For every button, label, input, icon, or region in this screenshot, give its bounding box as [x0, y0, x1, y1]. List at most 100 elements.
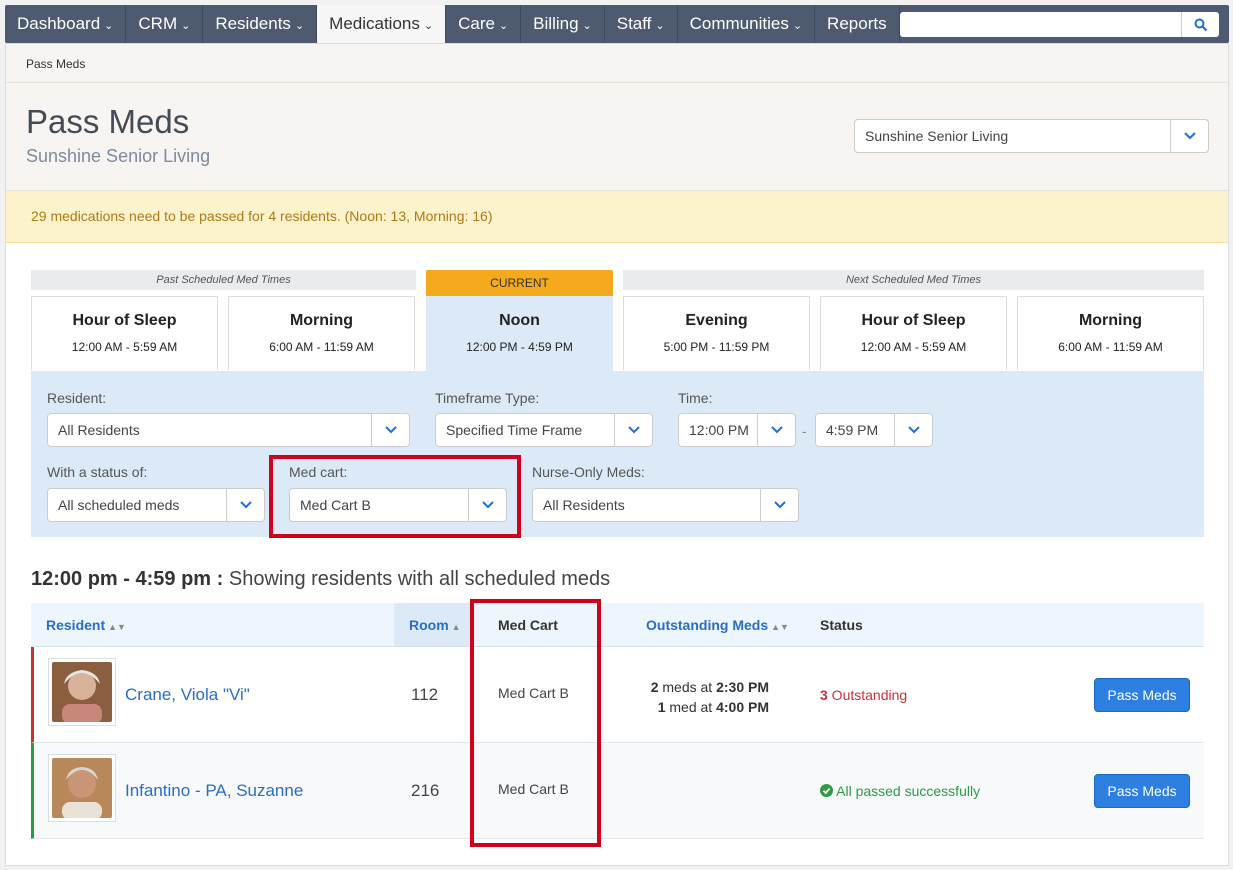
nav-residents[interactable]: Residents ⌄ — [203, 5, 318, 43]
time-start-select[interactable]: 12:00 PM — [678, 413, 796, 447]
nav-medications[interactable]: Medications ⌄ — [317, 5, 447, 43]
pass-meds-button[interactable]: Pass Meds — [1094, 774, 1190, 808]
meds-time: 2:30 PM — [716, 679, 769, 695]
chevron-down-icon: ⌄ — [582, 19, 592, 32]
resident-photo — [52, 758, 112, 820]
timeframe-type-label: Timeframe Type: — [435, 390, 540, 406]
meds-line: 2 meds at 2:30 PM — [624, 677, 769, 697]
chevron-down-icon: ⌄ — [181, 19, 191, 32]
nav-label: Communities — [689, 14, 789, 33]
past-times-label: Past Scheduled Med Times — [31, 270, 416, 290]
chevron-down-icon — [894, 414, 932, 446]
status-text: All passed successfully — [836, 783, 981, 799]
page-subtitle: Sunshine Senior Living — [26, 146, 211, 166]
resident-filter-label: Resident: — [47, 390, 107, 406]
timeframe-card-morning-next[interactable]: Morning 6:00 AM - 11:59 AM — [1017, 296, 1204, 370]
timeframe-card-hour-of-sleep-past[interactable]: Hour of Sleep 12:00 AM - 5:59 AM — [31, 296, 218, 370]
resident-name-link[interactable]: Crane, Viola "Vi" — [125, 685, 250, 705]
chevron-down-icon — [226, 489, 264, 521]
search-input[interactable] — [899, 12, 1219, 37]
nav-reports[interactable]: Reports — [815, 5, 900, 43]
search-button[interactable] — [1181, 12, 1219, 37]
chevron-down-icon: ⌄ — [655, 19, 665, 32]
sort-icon: ▲▼ — [108, 622, 126, 632]
section-description: Showing residents with all scheduled med… — [228, 568, 611, 590]
page-container: Pass Meds Pass Meds Sunshine Senior Livi… — [5, 43, 1229, 866]
status-text: Outstanding — [827, 687, 908, 703]
nurse-only-filter-label: Nurse-Only Meds: — [532, 464, 645, 480]
community-select[interactable]: Sunshine Senior Living — [854, 119, 1209, 153]
top-nav: Dashboard ⌄ CRM ⌄ Residents ⌄ Medications ⌄ … — [5, 5, 1229, 43]
resident-photo — [52, 662, 112, 724]
timeframe-card-evening-next[interactable]: Evening 5:00 PM - 11:59 PM — [623, 296, 810, 370]
medcart-column-highlight — [470, 599, 601, 847]
chevron-down-icon: ⌄ — [294, 19, 305, 32]
meds-text: meds at — [658, 679, 717, 695]
resident-filter-select[interactable]: All Residents — [47, 413, 410, 447]
timeframe-name: Morning — [289, 312, 354, 329]
nav-label: Dashboard — [17, 14, 101, 33]
filters-panel: Resident: All Residents Timeframe Type: … — [31, 371, 1204, 537]
resident-name-link[interactable]: Infantino - PA, Suzanne — [125, 781, 303, 801]
section-time-range: 12:00 pm - 4:59 pm : — [31, 568, 224, 590]
timeframe-card-hour-of-sleep-next[interactable]: Hour of Sleep 12:00 AM - 5:59 AM — [820, 296, 1007, 370]
nav-crm[interactable]: CRM ⌄ — [126, 5, 204, 43]
timeframe-name: Hour of Sleep — [861, 312, 966, 329]
chevron-down-icon — [614, 414, 652, 446]
avatar[interactable] — [48, 658, 116, 726]
timeframe-type-select[interactable]: Specified Time Frame — [435, 413, 653, 447]
column-label: Status — [820, 617, 863, 633]
pass-meds-button[interactable]: Pass Meds — [1094, 678, 1190, 712]
search-icon — [1194, 18, 1207, 31]
status-count: 3 — [820, 687, 828, 703]
meds-time: 4:00 PM — [716, 699, 769, 715]
chevron-down-icon — [757, 414, 795, 446]
column-label: Outstanding Meds — [646, 617, 769, 633]
section-title: 12:00 pm - 4:59 pm : Showing residents w… — [31, 568, 610, 591]
timeframe-range: 5:00 PM - 11:59 PM — [663, 340, 770, 354]
page-title: Pass Meds — [26, 103, 190, 140]
time-separator: - — [802, 423, 807, 439]
status-filter-select[interactable]: All scheduled meds — [47, 488, 265, 522]
nurse-only-filter-value: All Residents — [543, 497, 625, 513]
timeframe-name: Evening — [685, 312, 748, 329]
timeframe-name: Hour of Sleep — [72, 312, 177, 329]
nav-billing[interactable]: Billing ⌄ — [521, 5, 605, 43]
chevron-down-icon: ⌄ — [792, 19, 803, 32]
time-end-select[interactable]: 4:59 PM — [815, 413, 933, 447]
chevron-down-icon — [760, 489, 798, 521]
column-resident[interactable]: Resident ▲▼ — [46, 617, 126, 633]
nav-communities[interactable]: Communities ⌄ — [678, 5, 816, 43]
nav-label: Reports — [827, 14, 887, 33]
room-number: 216 — [411, 781, 440, 800]
timeframe-name: Morning — [1078, 312, 1143, 329]
status-filter-label: With a status of: — [47, 464, 148, 480]
table-row: Crane, Viola "Vi" 112 Med Cart B 2 meds … — [31, 647, 1204, 743]
time-label: Time: — [678, 390, 713, 406]
nav-label: Care — [458, 14, 495, 33]
meds-line: 1 med at 4:00 PM — [624, 697, 769, 717]
time-start-value: 12:00 PM — [689, 422, 749, 438]
room-number: 112 — [411, 685, 439, 704]
column-room[interactable]: Room ▲ — [409, 617, 461, 633]
next-times-label: Next Scheduled Med Times — [623, 270, 1204, 290]
nurse-only-filter-select[interactable]: All Residents — [532, 488, 799, 522]
meds-alert: 29 medications need to be passed for 4 r… — [6, 191, 1228, 243]
table-row: Infantino - PA, Suzanne 216 Med Cart B A… — [31, 743, 1204, 839]
nav-staff[interactable]: Staff ⌄ — [605, 5, 678, 43]
chevron-down-icon — [371, 414, 409, 446]
nav-dashboard[interactable]: Dashboard ⌄ — [5, 5, 127, 43]
meds-text: med at — [665, 699, 717, 715]
nav-label: Residents — [215, 14, 291, 33]
time-end-value: 4:59 PM — [826, 422, 879, 438]
timeframe-card-morning-past[interactable]: Morning 6:00 AM - 11:59 AM — [228, 296, 415, 370]
status-filter-value: All scheduled meds — [58, 497, 180, 513]
page-header: Pass Meds Sunshine Senior Living Sunshin… — [6, 83, 1228, 191]
avatar[interactable] — [48, 754, 116, 822]
column-status: Status — [820, 617, 863, 633]
check-circle-icon — [820, 784, 833, 797]
timeframe-card-noon-current[interactable]: Noon 12:00 PM - 4:59 PM — [426, 296, 613, 372]
resident-filter-value: All Residents — [58, 422, 140, 438]
column-outstanding-meds[interactable]: Outstanding Meds ▲▼ — [646, 617, 789, 633]
nav-care[interactable]: Care ⌄ — [446, 5, 522, 43]
